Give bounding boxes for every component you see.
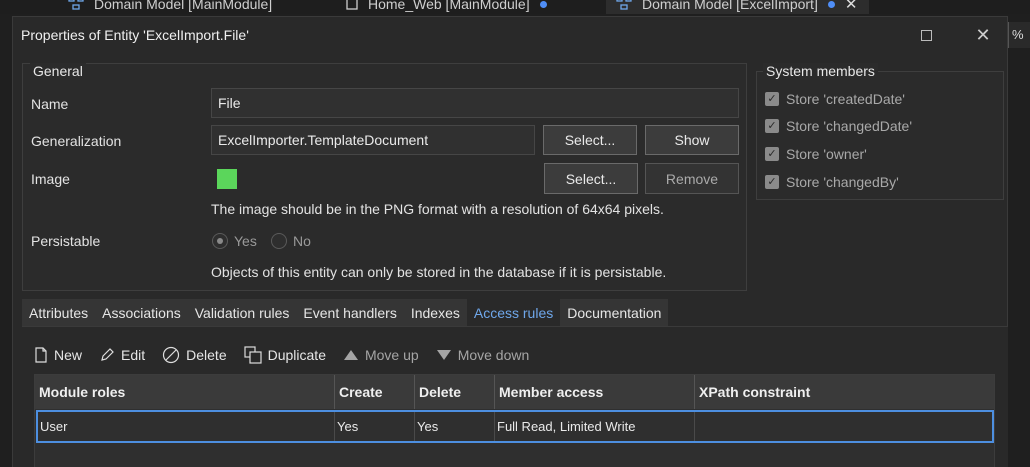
editor-tab-label: Domain Model [ExcelImport] [642,0,818,12]
persistable-no-label: No [293,233,311,249]
maximize-icon [920,29,932,41]
edit-label: Edit [121,347,146,363]
store-createddate-checkbox[interactable]: ✓ Store 'createdDate' [765,91,905,107]
checkbox-label: Store 'owner' [786,146,867,162]
generalization-field: ExcelImporter.TemplateDocument [211,125,535,155]
unsaved-dot-icon [827,0,835,8]
duplicate-label: Duplicate [267,347,326,363]
delete-icon [163,346,180,364]
editor-tab-label: Domain Model [MainModule] [94,0,273,12]
image-preview [217,169,237,189]
cell-module-roles: User [38,412,335,441]
tab-attributes[interactable]: Attributes [22,299,96,326]
column-header-module-roles[interactable]: Module roles [35,375,335,409]
delete-button[interactable]: Delete [162,346,227,364]
tab-validation-rules[interactable]: Validation rules [187,299,297,326]
cell-create: Yes [335,412,415,441]
property-tabs: Attributes Associations Validation rules… [22,299,669,326]
duplicate-icon [244,346,262,364]
tab-indexes[interactable]: Indexes [403,299,467,326]
persistable-no-radio[interactable]: No [271,233,311,249]
checkbox-label: Store 'changedDate' [786,118,912,134]
persistable-yes-label: Yes [234,233,257,249]
access-rules-grid: Module roles Create Delete Member access… [34,374,995,467]
entity-properties-dialog: Properties of Entity 'ExcelImport.File' … [12,16,1008,467]
domain-model-icon [616,0,632,13]
close-button[interactable]: ✕ [968,21,998,49]
table-row[interactable]: User Yes Yes Full Read, Limited Write [36,410,994,443]
checkbox-checked-icon: ✓ [765,92,779,106]
editor-tab-strip: Domain Model [MainModule] Home_Web [Main… [0,0,1030,14]
cell-member-access: Full Read, Limited Write [495,412,695,441]
edit-button[interactable]: Edit [99,347,145,363]
radio-selected-icon [212,233,228,249]
pencil-icon [101,348,114,361]
editor-tab-domain-model-main[interactable]: Domain Model [MainModule] [68,0,272,14]
maximize-button[interactable] [911,21,941,49]
editor-tab-label: Home_Web [MainModule] [368,0,530,12]
editor-tab-home-web[interactable]: Home_Web [MainModule] [346,0,547,14]
column-header-xpath-constraint[interactable]: XPath constraint [695,375,994,409]
move-up-button[interactable]: Move up [343,347,419,363]
image-remove-button[interactable]: Remove [645,163,739,194]
radio-unselected-icon [271,233,287,249]
generalization-select-button[interactable]: Select... [543,125,637,155]
system-members-title: System members [763,63,878,79]
triangle-up-icon [343,350,358,360]
zoom-indicator: % [1008,22,1030,48]
checkbox-checked-icon: ✓ [765,147,779,161]
unsaved-dot-icon [539,0,547,8]
generalization-label: Generalization [31,133,122,149]
dialog-title: Properties of Entity 'ExcelImport.File' [21,27,249,43]
move-up-label: Move up [364,347,419,363]
column-header-member-access[interactable]: Member access [495,375,695,409]
store-owner-checkbox[interactable]: ✓ Store 'owner' [765,146,867,162]
tab-documentation[interactable]: Documentation [560,299,669,326]
image-select-button[interactable]: Select... [544,163,638,194]
domain-model-icon [68,0,84,13]
store-changedby-checkbox[interactable]: ✓ Store 'changedBy' [765,174,899,190]
checkbox-checked-icon: ✓ [765,119,779,133]
name-label: Name [31,96,69,112]
move-down-button[interactable]: Move down [436,347,530,363]
grid-header: Module roles Create Delete Member access… [35,375,994,409]
cell-delete: Yes [415,412,495,441]
persistable-note: Objects of this entity can only be store… [211,264,667,280]
tab-event-handlers[interactable]: Event handlers [296,299,404,326]
editor-tab-domain-model-excelimport[interactable]: Domain Model [ExcelImport] ✕ [606,0,870,14]
checkbox-label: Store 'createdDate' [786,91,905,107]
duplicate-button[interactable]: Duplicate [244,346,326,364]
cell-xpath-constraint [695,412,992,441]
persistable-yes-radio[interactable]: Yes [212,233,257,249]
new-label: New [54,347,83,363]
new-button[interactable]: New [34,347,82,363]
store-changeddate-checkbox[interactable]: ✓ Store 'changedDate' [765,118,912,134]
name-field[interactable]: File [211,88,739,118]
image-note: The image should be in the PNG format wi… [211,201,664,217]
tab-access-rules[interactable]: Access rules [466,299,561,326]
checkbox-checked-icon: ✓ [765,175,779,189]
move-down-label: Move down [457,347,530,363]
tab-associations[interactable]: Associations [95,299,188,326]
column-header-create[interactable]: Create [335,375,415,409]
close-tab-icon[interactable]: ✕ [845,0,858,13]
delete-label: Delete [186,347,227,363]
general-group-title: General [30,63,86,79]
page-icon [346,0,358,13]
column-header-delete[interactable]: Delete [415,375,495,409]
close-icon: ✕ [975,24,991,45]
new-document-icon [35,347,47,363]
triangle-down-icon [436,350,451,360]
image-label: Image [31,171,70,187]
persistable-label: Persistable [31,233,101,249]
access-rules-toolbar: New Edit Delete Duplicate Move up Move d… [34,343,546,367]
generalization-show-button[interactable]: Show [645,125,739,155]
checkbox-label: Store 'changedBy' [786,174,899,190]
